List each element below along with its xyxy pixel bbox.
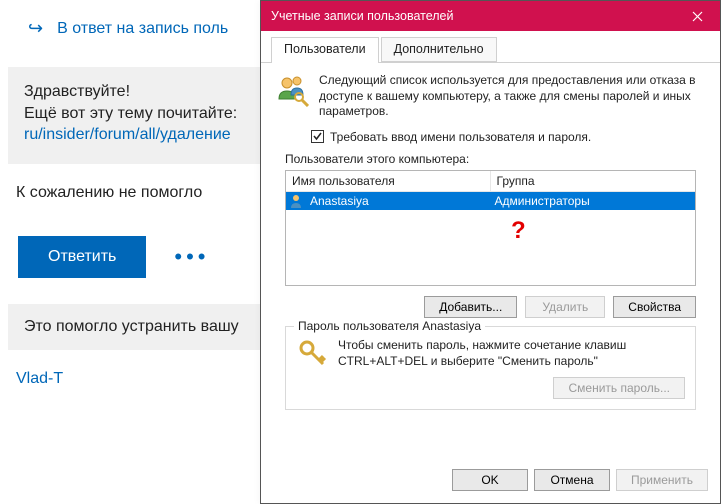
user-list-header: Имя пользователя Группа <box>286 171 695 192</box>
in-reply-to-text: В ответ на запись поль <box>57 20 228 38</box>
close-button[interactable] <box>675 1 720 31</box>
user-row[interactable]: Anastasiya Администраторы <box>286 192 695 210</box>
dialog-title: Учетные записи пользователей <box>271 9 454 23</box>
user-list[interactable]: Имя пользователя Группа Anastasiya Админ… <box>285 170 696 286</box>
password-groupbox-legend: Пароль пользователя Anastasiya <box>294 319 485 333</box>
require-login-label: Требовать ввод имени пользователя и паро… <box>330 130 591 144</box>
cell-group: Администраторы <box>491 193 696 209</box>
user-icon <box>288 193 304 209</box>
close-icon <box>692 11 703 22</box>
description-text: Следующий список используется для предос… <box>319 73 706 120</box>
dialog-footer: OK Отмена Применить <box>261 459 720 503</box>
cancel-button[interactable]: Отмена <box>534 469 610 491</box>
tab-advanced[interactable]: Дополнительно <box>381 37 497 62</box>
properties-button[interactable]: Свойства <box>613 296 696 318</box>
tab-users[interactable]: Пользователи <box>271 37 379 62</box>
require-login-checkbox-row[interactable]: Требовать ввод имени пользователя и паро… <box>311 130 706 144</box>
checkbox-icon[interactable] <box>311 130 324 143</box>
password-hint-text: Чтобы сменить пароль, нажмите сочетание … <box>338 337 685 369</box>
key-icon <box>296 337 328 369</box>
users-key-icon <box>275 73 309 107</box>
user-accounts-dialog: Учетные записи пользователей Пользовател… <box>260 0 721 504</box>
add-button[interactable]: Добавить... <box>424 296 517 318</box>
remove-button: Удалить <box>525 296 605 318</box>
reply-button[interactable]: Ответить <box>18 236 146 278</box>
user-list-buttons: Добавить... Удалить Свойства <box>285 296 696 318</box>
password-groupbox: Пароль пользователя Anastasiya Чтобы сме… <box>285 326 696 410</box>
cell-username: Anastasiya <box>306 193 491 209</box>
col-group[interactable]: Группа <box>491 171 696 191</box>
quote-link[interactable]: ru/insider/forum/all/удаление <box>24 126 231 143</box>
reply-arrow-icon: ↪ <box>28 18 43 39</box>
change-password-button: Сменить пароль... <box>553 377 685 399</box>
col-username[interactable]: Имя пользователя <box>286 171 491 191</box>
description-row: Следующий список используется для предос… <box>275 73 706 120</box>
more-actions-icon[interactable]: ••• <box>174 244 209 270</box>
ok-button[interactable]: OK <box>452 469 528 491</box>
dialog-body: Следующий список используется для предос… <box>261 63 720 459</box>
user-list-label: Пользователи этого компьютера: <box>285 152 706 166</box>
apply-button: Применить <box>616 469 708 491</box>
annotation-question-mark: ? <box>511 217 526 245</box>
dialog-titlebar: Учетные записи пользователей <box>261 1 720 31</box>
tab-strip: Пользователи Дополнительно <box>261 31 720 63</box>
